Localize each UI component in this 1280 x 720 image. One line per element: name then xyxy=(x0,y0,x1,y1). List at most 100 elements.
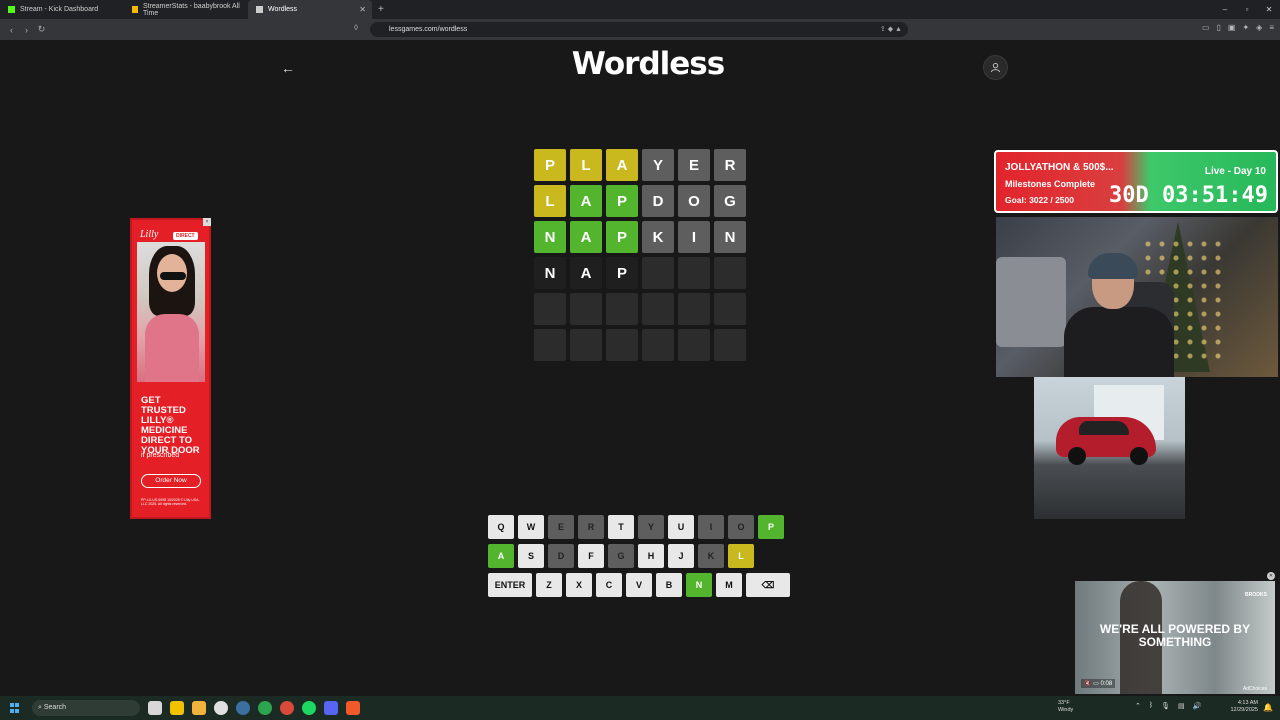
brave-icon[interactable] xyxy=(346,701,360,715)
menu-icon[interactable]: ≡ xyxy=(1269,23,1274,32)
keyboard-row: ASDFGHJKL xyxy=(488,544,792,568)
ad-brand: Lilly xyxy=(140,229,159,240)
grid-tile: A xyxy=(606,149,638,181)
key-f[interactable]: F xyxy=(578,544,604,568)
key-b[interactable]: B xyxy=(656,573,682,597)
grid-tile: A xyxy=(570,257,602,289)
close-window-icon[interactable]: ✕ xyxy=(1258,0,1280,19)
spotify-icon[interactable] xyxy=(302,701,316,715)
key-e[interactable]: E xyxy=(548,515,574,539)
key-o[interactable]: O xyxy=(728,515,754,539)
chrome-icon[interactable] xyxy=(280,701,294,715)
xbox-icon[interactable] xyxy=(258,701,272,715)
key-j[interactable]: J xyxy=(668,544,694,568)
browser-tab-bar: Stream - Kick Dashboard StreamerStats - … xyxy=(0,0,1280,19)
profile-icon[interactable] xyxy=(983,55,1008,80)
bluetooth-icon[interactable]: ᛒ xyxy=(1149,702,1153,710)
task-view-icon[interactable] xyxy=(148,701,162,715)
discord-icon[interactable] xyxy=(324,701,338,715)
guess-grid: PLAYERLAPDOGNAPKINNAP xyxy=(534,149,746,361)
key-u[interactable]: U xyxy=(668,515,694,539)
key-k[interactable]: K xyxy=(698,544,724,568)
extensions-icon[interactable]: ✦ xyxy=(1242,23,1249,32)
lilly-ad[interactable]: × Lilly DIRECT GET TRUSTED LILLY® MEDICI… xyxy=(130,218,211,519)
video-ad[interactable]: BROOKS WE'RE ALL POWERED BY SOMETHING 🔇 … xyxy=(1075,581,1275,694)
key-n[interactable]: N xyxy=(686,573,712,597)
grid-tile xyxy=(678,257,710,289)
back-icon[interactable]: ‹ xyxy=(4,25,19,35)
weather-widget[interactable]: 33°F Windy xyxy=(1058,700,1073,714)
key-m[interactable]: M xyxy=(716,573,742,597)
clock[interactable]: 4:13 AM 12/29/2025 xyxy=(1230,700,1258,714)
ad-close-icon[interactable]: × xyxy=(203,218,211,226)
key-g[interactable]: G xyxy=(608,544,634,568)
grid-tile: N xyxy=(714,221,746,253)
key-l[interactable]: L xyxy=(728,544,754,568)
clock-time: 4:13 AM xyxy=(1237,700,1258,706)
key-h[interactable]: H xyxy=(638,544,664,568)
grid-tile xyxy=(678,293,710,325)
tab-streamerstats[interactable]: StreamerStats - baabybrook All Time xyxy=(124,0,248,19)
notification-icon[interactable]: 🔔 xyxy=(1263,703,1273,712)
enter-key[interactable]: ENTER xyxy=(488,573,532,597)
sidebar-icon[interactable]: ▯ xyxy=(1217,23,1221,32)
key-x[interactable]: X xyxy=(566,573,592,597)
overlay-live-day: Live - Day 10 xyxy=(1204,166,1266,177)
key-r[interactable]: R xyxy=(578,515,604,539)
adchoices-link[interactable]: AdChoices xyxy=(1243,686,1267,692)
grid-tile xyxy=(714,257,746,289)
reload-icon[interactable]: ↻ xyxy=(34,24,49,35)
file-explorer-icon[interactable] xyxy=(192,701,206,715)
ad-subline: if prescribed xyxy=(141,452,180,459)
obs-icon[interactable] xyxy=(214,701,228,715)
key-i[interactable]: I xyxy=(698,515,724,539)
video-ad-brand: BROOKS xyxy=(1245,592,1267,598)
car-ad[interactable] xyxy=(1034,377,1185,519)
kick-favicon-icon xyxy=(8,6,15,13)
bookmark-icon[interactable]: ◊ xyxy=(354,23,358,32)
wallet-icon[interactable]: ▣ xyxy=(1228,23,1236,32)
video-controls[interactable]: 🔇 ▭ 0:08 xyxy=(1081,679,1116,688)
close-tab-icon[interactable]: ✕ xyxy=(359,5,366,14)
key-c[interactable]: C xyxy=(596,573,622,597)
backspace-key[interactable]: ⌫ xyxy=(746,573,790,597)
grid-tile: P xyxy=(534,149,566,181)
tab-wordless[interactable]: Wordless ✕ xyxy=(248,0,372,19)
steam-icon[interactable] xyxy=(236,701,250,715)
share-icon[interactable]: ⇪ ◆ ▲ xyxy=(880,22,902,37)
key-a[interactable]: A xyxy=(488,544,514,568)
tab-label: Stream - Kick Dashboard xyxy=(20,6,99,13)
extension-icons: ▭ ▯ ▣ ✦ ◈ ≡ xyxy=(1202,23,1274,32)
webcam-feed xyxy=(996,217,1278,377)
tab-kick-dashboard[interactable]: Stream - Kick Dashboard xyxy=(0,0,124,19)
mic-icon[interactable]: 🎙 xyxy=(1161,702,1170,710)
grid-tile: A xyxy=(570,221,602,253)
forward-icon[interactable]: › xyxy=(19,25,34,35)
key-w[interactable]: W xyxy=(518,515,544,539)
taskbar-search[interactable]: ⌕ Search xyxy=(32,700,140,716)
sticky-notes-icon[interactable] xyxy=(170,701,184,715)
grid-tile: O xyxy=(678,185,710,217)
network-icon[interactable]: ▤ xyxy=(1178,702,1185,710)
order-now-button[interactable]: Order Now xyxy=(141,474,201,488)
new-tab-icon[interactable]: + xyxy=(378,4,384,15)
video-ad-close-icon[interactable]: ✕ xyxy=(1267,572,1275,580)
streamer xyxy=(1064,253,1174,377)
minimize-icon[interactable]: – xyxy=(1214,0,1236,19)
key-d[interactable]: D xyxy=(548,544,574,568)
key-s[interactable]: S xyxy=(518,544,544,568)
volume-icon[interactable]: 🔊 xyxy=(1193,702,1202,710)
weather-desc: Windy xyxy=(1058,707,1074,713)
key-p[interactable]: P xyxy=(758,515,784,539)
maximize-icon[interactable]: ▫ xyxy=(1236,0,1258,19)
reader-icon[interactable]: ▭ xyxy=(1202,23,1210,32)
windows-start-icon[interactable] xyxy=(10,703,20,713)
key-z[interactable]: Z xyxy=(536,573,562,597)
key-y[interactable]: Y xyxy=(638,515,664,539)
chevron-up-icon[interactable]: ⌃ xyxy=(1135,702,1141,710)
key-v[interactable]: V xyxy=(626,573,652,597)
url-field[interactable]: lessgames.com/wordless ⇪ ◆ ▲ xyxy=(370,22,908,37)
shield-icon[interactable]: ◈ xyxy=(1256,23,1262,32)
key-t[interactable]: T xyxy=(608,515,634,539)
key-q[interactable]: Q xyxy=(488,515,514,539)
